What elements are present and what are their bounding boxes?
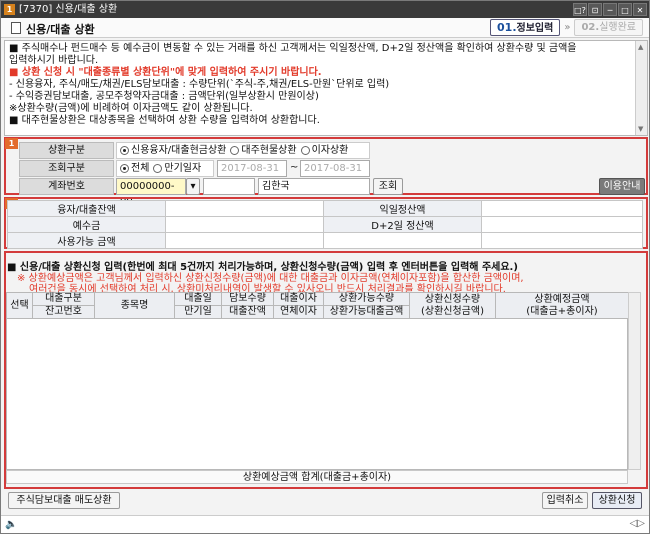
table-header-row: 선택 대출구분 종목명 대출일 담보수량 대출이자 상환가능수량 상환신청수량(…: [6, 292, 629, 319]
step-info-input: 01.정보입력: [490, 19, 561, 36]
col-stock-name: 종목명: [94, 292, 175, 319]
next-day-settlement-value: [481, 200, 643, 217]
query-button[interactable]: 조회: [373, 178, 403, 195]
d2-settlement-value: [481, 216, 643, 233]
page-header: 신용/대출 상환 01.정보입력 » 02.실행완료: [1, 18, 649, 38]
document-icon: [11, 22, 21, 34]
radio-icon: [153, 164, 163, 173]
col-collateral-qty: 담보수량: [221, 292, 274, 306]
table-row: 사용가능 금액: [7, 232, 643, 249]
balance-summary-table: 융자/대출잔액 익일정산액 예수금 D+2일 정산액 사용가능 금액: [7, 200, 643, 249]
notice-line: ■ 주식매수나 펀드매수 등 예수금이 변동할 수 있는 거래를 하신 고객께서…: [9, 43, 577, 54]
col-repay-request: 상환신청수량 (상환신청금액): [409, 292, 496, 319]
date-from-field[interactable]: 2017-08-31: [217, 160, 287, 177]
account-holder-name: 김한국: [258, 178, 370, 195]
date-separator: ~: [290, 162, 299, 173]
table-row: 예수금 D+2일 정산액: [7, 216, 643, 233]
minimize-icon[interactable]: ─: [603, 3, 617, 16]
cancel-input-button[interactable]: 입력취소: [542, 492, 588, 509]
notice-scrollbar[interactable]: ▲ ▼: [635, 41, 647, 135]
account-label: 계좌번호: [19, 178, 114, 195]
collateral-sell-repay-button[interactable]: 주식담보대출 매도상환: [8, 492, 120, 509]
deposit-value: [165, 216, 324, 233]
notice-line: - 수익증권담보대출, 공모주청약자금대출 : 금액단위(일부상환시 만원이상): [9, 91, 319, 102]
step-indicator: 01.정보입력 » 02.실행완료: [490, 19, 643, 36]
date-to-field[interactable]: 2017-08-31: [300, 160, 370, 177]
radio-icon: [300, 146, 310, 155]
query-type-label: 조회구분: [19, 160, 114, 177]
col-loan-balance: 대출잔액: [221, 305, 274, 319]
radio-selected-icon: [120, 164, 129, 173]
notice-panel: ■ 주식매수나 펀드매수 등 예수금이 변동할 수 있는 거래를 하신 고객께서…: [4, 40, 648, 136]
repay-list-header: 선택 대출구분 종목명 대출일 담보수량 대출이자 상환가능수량 상환신청수량(…: [6, 292, 629, 319]
close-icon[interactable]: ✕: [633, 3, 647, 16]
usage-guide-button[interactable]: 이용안내: [599, 178, 645, 195]
submit-repay-button[interactable]: 상환신청: [592, 492, 642, 509]
deposit-label: 예수금: [7, 216, 166, 233]
list-scrollbar[interactable]: [628, 292, 641, 470]
account-dropdown-icon[interactable]: ▾: [186, 178, 200, 195]
window-controls: □? ⊡ ─ □ ✕: [573, 3, 647, 16]
radio-selected-icon: [120, 146, 129, 155]
query-type-radio-group: 전체 만기일자: [116, 160, 214, 177]
col-repayable-qty: 상환가능수량: [323, 292, 410, 306]
title-bar: 1 [7370] 신용/대출 상환 □? ⊡ ─ □ ✕: [1, 1, 649, 18]
notice-line: - 신용융자, 주식/매도/채권/ELS담보대출 : 수량단위(`주식-주,채권…: [9, 79, 390, 90]
col-repay-expected: 상환예정금액 (대출금+총이자): [495, 292, 629, 319]
section-1-badge: 1: [5, 138, 18, 149]
next-day-settlement-label: 익일정산액: [323, 200, 482, 217]
col-loan-date: 대출일: [174, 292, 222, 306]
loan-balance-label: 융자/대출잔액: [7, 200, 166, 217]
col-loan-interest: 대출이자: [273, 292, 324, 306]
col-balance-no: 잔고번호: [32, 305, 95, 319]
col-repayable-amount: 상환가능대출금액: [323, 305, 410, 319]
col-maturity-date: 만기일: [174, 305, 222, 319]
link-icon[interactable]: ⊡: [588, 3, 602, 16]
col-overdue-interest: 연체이자: [273, 305, 324, 319]
scroll-down-icon[interactable]: ▼: [638, 125, 643, 133]
account-number-field[interactable]: 00000000-00: [116, 178, 186, 207]
step-arrow-icon: »: [564, 22, 571, 33]
empty-cell: [481, 232, 643, 249]
speaker-icon[interactable]: 🔈: [5, 519, 17, 530]
page-title: 신용/대출 상환: [26, 23, 95, 36]
col-select[interactable]: 선택: [6, 292, 33, 319]
empty-cell: [323, 232, 482, 249]
section-1: 1 상환구분 신용융자/대출현금상환 대주현물상환 이자상환 조회구분 전체 만…: [4, 137, 648, 207]
app-icon: 1: [4, 4, 15, 15]
window-title: [7370] 신용/대출 상환: [19, 4, 118, 15]
scroll-up-icon[interactable]: ▲: [638, 43, 643, 51]
window: 1 [7370] 신용/대출 상환 □? ⊡ ─ □ ✕ 신용/대출 상환 01…: [0, 0, 650, 534]
radio-icon: [230, 146, 240, 155]
repay-type-radio-group: 신용융자/대출현금상환 대주현물상환 이자상환: [116, 142, 370, 159]
step-complete: 02.실행완료: [574, 19, 643, 36]
available-amount-label: 사용가능 금액: [7, 232, 166, 249]
radio-maturity-date[interactable]: 만기일자: [153, 161, 201, 176]
repay-sum-row: 상환예상금액 합계(대출금+총이자): [6, 470, 628, 484]
repay-list-body[interactable]: [6, 318, 628, 470]
notice-line: ※상환수량(금액)에 비례하여 이자금액도 같이 상환됩니다.: [9, 103, 253, 114]
notice-line: 입력하시기 바랍니다.: [9, 55, 99, 66]
col-loan-type: 대출구분: [32, 292, 95, 306]
radio-all[interactable]: 전체: [120, 161, 149, 176]
loan-balance-value: [165, 200, 324, 217]
radio-interest[interactable]: 이자상환: [300, 143, 348, 158]
maximize-icon[interactable]: □: [618, 3, 632, 16]
d2-settlement-label: D+2일 정산액: [323, 216, 482, 233]
table-row: 융자/대출잔액 익일정산액: [7, 200, 643, 217]
notice-line: ■ 대주현물상환은 대상종목을 선택하여 상환 수량을 입력하여 상환합니다.: [9, 115, 320, 126]
account-password-field[interactable]: [203, 178, 255, 195]
notice-line: ■ 상환 신청 시 "대출종류별 상환단위"에 맞게 입력하여 주시기 바랍니다…: [9, 67, 322, 78]
radio-credit-loan-cash[interactable]: 신용융자/대출현금상환: [120, 143, 226, 158]
status-bar: 🔈 ◁▷: [1, 515, 649, 533]
available-amount-value: [165, 232, 324, 249]
radio-stock-lending[interactable]: 대주현물상환: [230, 143, 297, 158]
repay-type-label: 상환구분: [19, 142, 114, 159]
nav-arrows-icon[interactable]: ◁▷: [630, 518, 645, 529]
help-icon[interactable]: □?: [573, 3, 587, 16]
